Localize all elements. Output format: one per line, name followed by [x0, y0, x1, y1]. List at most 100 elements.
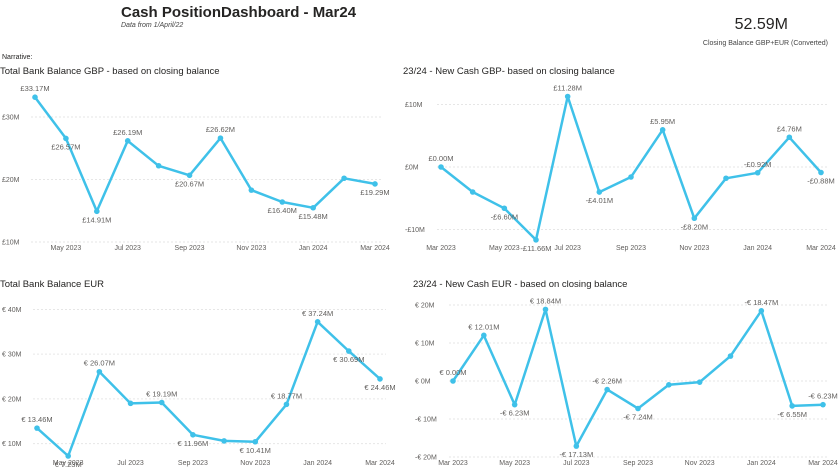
data-point — [696, 379, 703, 385]
y-tick-label: € 20M — [415, 303, 435, 310]
data-label: £20.67M — [175, 179, 204, 188]
y-tick-label: £10M — [405, 102, 423, 109]
y-tick-label: € 0M — [415, 379, 431, 386]
data-point — [34, 425, 40, 431]
data-label: -€ 17.13M — [559, 450, 593, 459]
x-tick-label: Nov 2023 — [236, 245, 266, 252]
data-label: -£4.01M — [586, 196, 614, 205]
data-label: € 19.19M — [146, 390, 177, 399]
x-tick-label: Mar 2023 — [438, 460, 468, 467]
data-label: € 18.84M — [530, 296, 561, 305]
data-label: £33.17M — [20, 84, 49, 93]
data-label: € 7.23M — [55, 460, 82, 467]
x-tick-label: Jan 2024 — [303, 460, 332, 467]
chart-panel-eur-balance[interactable]: Total Bank Balance EUR € 10M € 20M € 30M € … — [0, 279, 396, 467]
y-tick-label: £20M — [2, 177, 20, 184]
y-tick-label: £10M — [2, 240, 20, 247]
data-label: £26.57M — [51, 142, 80, 151]
x-tick-label: Sep 2023 — [623, 460, 653, 467]
data-label: £15.48M — [299, 212, 328, 221]
data-point — [820, 401, 826, 408]
data-label: € 0.00M — [439, 368, 466, 377]
data-label: £19.29M — [360, 188, 389, 197]
data-point — [450, 378, 456, 384]
data-point — [469, 189, 476, 195]
data-point — [346, 348, 352, 354]
data-label: £14.91M — [82, 215, 111, 224]
data-point — [32, 94, 38, 100]
data-label: € 12.01M — [468, 322, 499, 331]
data-label: -€ 6.55M — [777, 410, 807, 419]
x-tick-label: May 2023 — [51, 245, 82, 252]
x-tick-label: Jan 2024 — [747, 460, 776, 467]
y-tick-label: -€ 20M — [415, 455, 437, 462]
chart-panel-gbp-balance[interactable]: Total Bank Balance GBP - based on closin… — [0, 66, 395, 252]
data-label: € 13.46M — [21, 415, 52, 424]
data-point — [190, 432, 196, 438]
data-label: £26.19M — [113, 128, 142, 137]
y-tick-label: € 10M — [2, 441, 22, 448]
series-line — [36, 320, 381, 458]
x-tick-label: Nov 2023 — [685, 460, 715, 467]
x-tick-label: Jul 2023 — [117, 460, 144, 467]
x-tick-label: May 2023 — [489, 245, 520, 252]
narrative-label: Narrative: — [2, 54, 33, 61]
chart-gbp-balance[interactable]: £10M £20M £30M May 2023 Jul 2023 Sep 2023 Nov … — [0, 66, 395, 252]
data-label: € 30.69M — [333, 355, 364, 364]
data-point — [754, 169, 761, 176]
page-title: Cash PositionDashboard - Mar24 — [121, 4, 357, 21]
data-point — [564, 93, 571, 100]
data-point — [63, 135, 69, 142]
data-point — [723, 175, 729, 182]
x-tick-label: Mar 2024 — [808, 460, 838, 467]
data-point — [372, 181, 378, 187]
data-point — [248, 187, 255, 193]
x-tick-label: Mar 2024 — [365, 460, 395, 467]
chart-eur-balance[interactable]: € 10M€ 20M€ 30M€ 40MMay 2023 Jul 2023 Sep … — [0, 279, 396, 467]
data-point — [481, 332, 487, 339]
x-tick-label: Nov 2023 — [240, 460, 270, 467]
data-label: -£8.20M — [681, 222, 709, 231]
data-point — [155, 162, 162, 169]
data-point — [511, 401, 518, 408]
x-tick-label: Jan 2024 — [299, 245, 328, 252]
data-point — [596, 189, 603, 195]
data-label: £0.00M — [428, 154, 453, 163]
data-point — [818, 169, 824, 176]
data-label: -£0.88M — [807, 177, 835, 186]
data-label: -€ 6.23M — [808, 392, 838, 401]
page-subtitle: Data from 1/April/22 — [121, 22, 184, 29]
x-tick-label: Mar 2024 — [806, 245, 836, 252]
x-tick-label: Jul 2023 — [114, 245, 141, 252]
data-point — [604, 386, 610, 393]
data-point — [283, 401, 290, 408]
data-point — [542, 306, 549, 313]
chart-gbp-newcash[interactable]: -£10M £0M £10M Mar 2023 May 2023 Jul 2023 Sep … — [403, 66, 838, 253]
chart-panel-gbp-newcash[interactable]: 23/24 - New Cash GBP- based on closing b… — [403, 66, 838, 253]
chart-eur-newcash[interactable]: -€ 20M -€ 10M € 0M € 10M € 20M Mar 2023 May 20… — [413, 279, 838, 467]
y-tick-label: -£10M — [405, 227, 425, 234]
data-label: -€ 2.26M — [592, 377, 622, 386]
data-label: £11.28M — [553, 84, 582, 93]
data-point — [279, 199, 286, 205]
data-point — [186, 172, 193, 179]
data-point — [310, 204, 316, 211]
x-tick-label: Nov 2023 — [679, 245, 709, 252]
data-label: -€ 6.23M — [500, 409, 530, 418]
data-point — [217, 135, 224, 141]
data-point — [635, 405, 641, 412]
data-point — [377, 376, 383, 382]
series-line — [34, 96, 376, 213]
x-tick-label: Mar 2023 — [426, 245, 456, 252]
data-label: -€ 7.24M — [623, 413, 653, 422]
data-label: € 18.77M — [271, 391, 302, 400]
data-point — [221, 438, 227, 444]
data-label: -€ 18.47M — [744, 298, 778, 307]
data-label: € 11.96M — [178, 439, 209, 448]
y-tick-label: € 10M — [415, 341, 435, 348]
data-label: € 10.41M — [240, 446, 271, 455]
data-point — [127, 400, 134, 407]
data-label: € 24.46M — [364, 383, 395, 392]
chart-panel-eur-newcash[interactable]: 23/24 - New Cash EUR - based on closing … — [413, 279, 838, 467]
y-tick-label: £30M — [2, 115, 20, 122]
